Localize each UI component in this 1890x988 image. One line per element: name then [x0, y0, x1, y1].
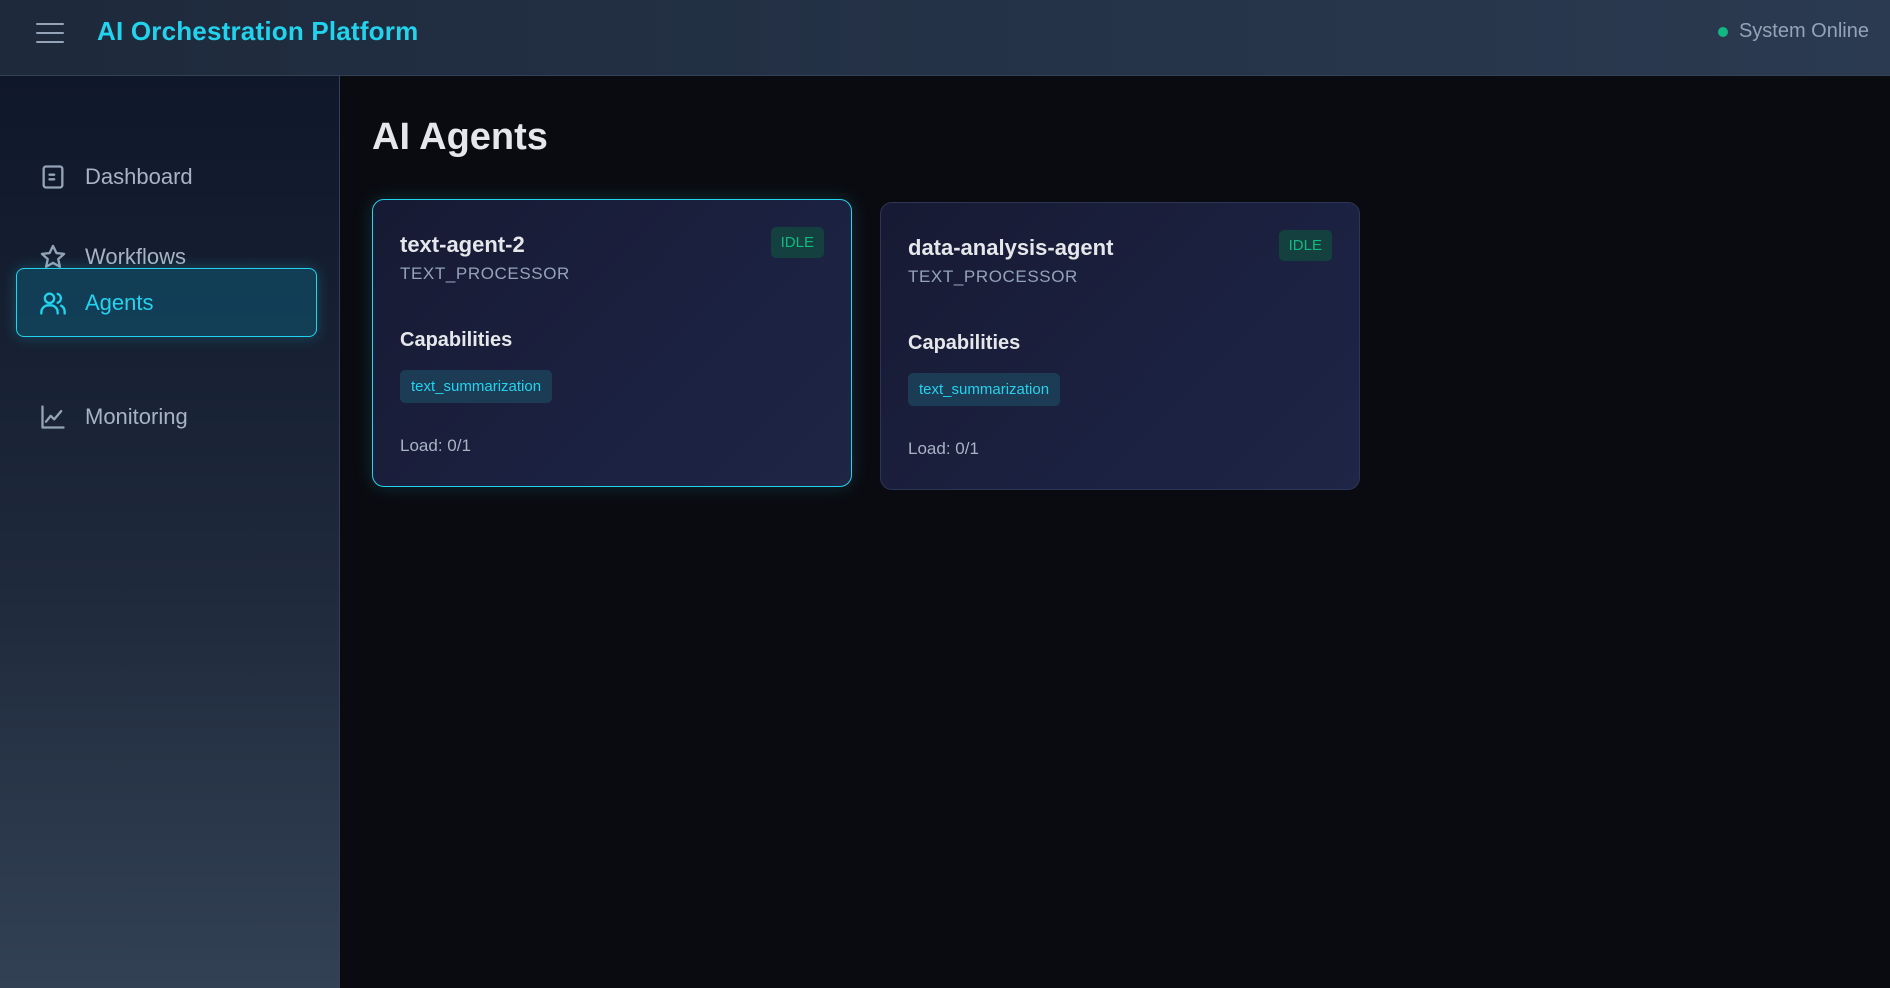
star-icon	[40, 244, 66, 268]
sidebar-item-label: Monitoring	[85, 403, 188, 429]
capability-chip: text_summarization	[908, 373, 1061, 406]
status-badge: IDLE	[770, 227, 824, 258]
capability-chip: text_summarization	[400, 370, 553, 403]
sidebar-item-label: Workflows	[85, 243, 187, 269]
chart-line-icon	[41, 404, 65, 429]
sidebar-item-agents[interactable]: Agents	[16, 268, 317, 337]
sidebar-item-monitoring[interactable]: Monitoring	[16, 382, 317, 451]
capabilities-heading: Capabilities	[400, 329, 513, 351]
sidebar-item-label: Dashboard	[85, 163, 193, 189]
agent-card[interactable]: data-analysis-agent TEXT_PROCESSOR IDLE …	[880, 202, 1360, 490]
status-text: System Online	[1738, 20, 1869, 42]
app-title: AI Orchestration Platform	[97, 16, 419, 46]
status-badge: IDLE	[1278, 230, 1332, 261]
system-status: System Online	[1717, 20, 1869, 43]
agent-card[interactable]: text-agent-2 TEXT_PROCESSOR IDLE Capabil…	[372, 199, 852, 487]
agent-load: Load: 0/1	[908, 439, 979, 458]
status-dot-icon	[1717, 26, 1728, 37]
sidebar: Dashboard Workflows Agents Monitoring	[0, 76, 340, 988]
users-icon	[40, 292, 66, 315]
top-bar: AI Orchestration Platform System Online	[0, 0, 1890, 76]
agent-name: data-analysis-agent	[908, 235, 1114, 260]
sidebar-item-label: Agents	[85, 289, 154, 315]
agent-load: Load: 0/1	[400, 436, 471, 455]
sidebar-item-dashboard[interactable]: Dashboard	[16, 142, 317, 211]
agent-name: text-agent-2	[400, 232, 525, 257]
capabilities-heading: Capabilities	[908, 332, 1021, 354]
agent-type: TEXT_PROCESSOR	[908, 267, 1078, 286]
agent-type: TEXT_PROCESSOR	[400, 264, 570, 283]
dashboard-icon	[42, 164, 64, 189]
page-title: AI Agents	[372, 116, 548, 158]
hamburger-menu-icon[interactable]	[36, 20, 66, 46]
